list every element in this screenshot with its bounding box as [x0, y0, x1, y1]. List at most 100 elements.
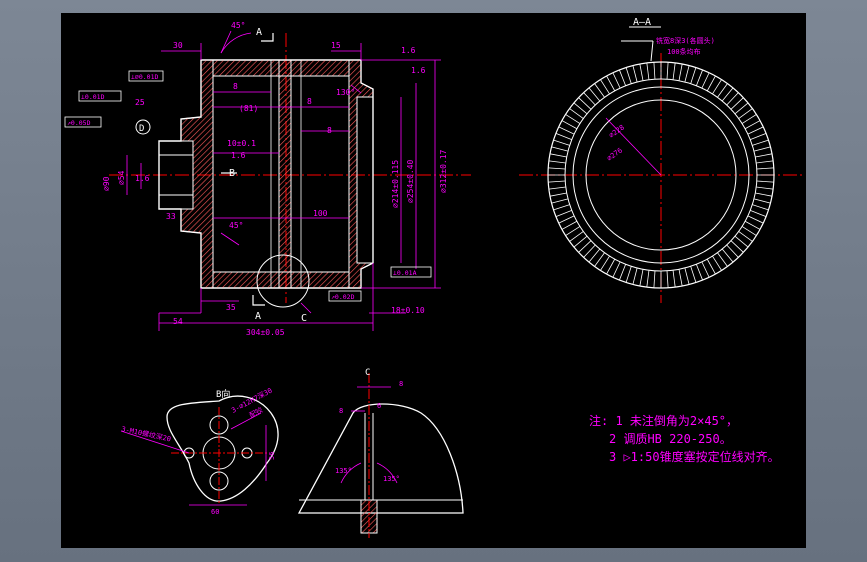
slot-line: [717, 83, 728, 98]
slot-line: [666, 270, 669, 288]
slot-line: [706, 258, 716, 275]
slot-line: [750, 209, 767, 217]
slot-line: [747, 126, 764, 135]
detail-c-ang1: 135°: [335, 467, 352, 475]
leader-note-2: [650, 40, 654, 62]
dim-30: 30: [173, 41, 183, 50]
slot-line: [646, 62, 650, 80]
cad-drawing: 30 15 45° 8 (81) 8 10±0.1 130° 8 100 25 …: [64, 17, 803, 538]
slot-line: [600, 255, 610, 271]
slot-line: [678, 269, 683, 287]
dim-100: 100: [313, 209, 328, 218]
slot-line: [678, 63, 683, 81]
slot-line: [701, 72, 710, 89]
slot-line: [734, 102, 749, 115]
slot-line: [569, 108, 584, 119]
slot-line: [726, 92, 739, 106]
slot-line: [555, 209, 572, 217]
ra-4: 1.6: [135, 174, 150, 183]
note-line-3: 3 ▷1:50锥度塞按定位线对齐。: [609, 449, 780, 464]
detail-c-title: C: [365, 368, 370, 378]
slot-line: [561, 220, 578, 230]
slot-line: [632, 267, 638, 285]
detail-c-view: C 8 8 6 135° 135°: [297, 368, 464, 538]
slot-line: [712, 255, 722, 271]
detail-c-8b: 8: [339, 407, 343, 415]
slot-line: [747, 215, 764, 224]
slot-line: [744, 120, 761, 130]
dim-dia214: ⌀214±0.115: [391, 160, 400, 208]
slot-line: [706, 75, 716, 92]
slot-line: [548, 186, 566, 190]
slot-line: [600, 79, 610, 95]
slot-line: [753, 146, 771, 152]
view-b-note-left: 3-M10螺纹深20: [121, 424, 172, 443]
slot-line: [558, 126, 575, 135]
section-mark-top: A: [256, 27, 262, 38]
slot-line: [653, 270, 656, 288]
notes-block: 注: 1 未注倒角为2×45°， 2 调质HB 220-250。 3 ▷1:50…: [589, 413, 780, 464]
slot-line: [755, 192, 773, 197]
aa-dia-a: ⌀228: [608, 123, 626, 139]
slot-line: [684, 65, 690, 83]
slot-line: [738, 231, 753, 242]
tol-box-1: ⊥⌀0.01D: [131, 73, 158, 81]
drawing-viewport: 30 15 45° 8 (81) 8 10±0.1 130° 8 100 25 …: [0, 0, 867, 562]
slot-line: [734, 235, 749, 248]
drawing-sheet: 30 15 45° 8 (81) 8 10±0.1 130° 8 100 25 …: [61, 13, 806, 548]
detail-mark-c: C: [301, 313, 307, 324]
slot-line: [548, 180, 566, 183]
slot-line: [555, 133, 572, 141]
aa-title: A—A: [633, 17, 651, 28]
slot-line: [594, 83, 605, 98]
slot-line: [690, 67, 697, 84]
slot-line: [565, 226, 581, 236]
detail-c-8a: 8: [399, 380, 403, 388]
dim-dia254: ⌀254±0.40: [406, 159, 415, 203]
slot-line: [583, 92, 596, 106]
aa-note-1: 铣宽8深3(各圆头): [656, 36, 715, 45]
slot-line: [701, 261, 710, 278]
slot-line: [752, 204, 769, 211]
dim-81: (81): [239, 104, 258, 113]
dim-angle-bot: 45°: [229, 221, 243, 230]
dim-8c: 8: [327, 126, 332, 135]
section-aa-view: A—A 铣宽8深3(各圆头) 100条均布 ⌀228 ⌀276: [519, 17, 803, 303]
section-mark-bottom: A: [255, 311, 261, 322]
slot-line: [726, 244, 739, 258]
dim-dia312: ⌀312±0.17: [439, 149, 448, 193]
view-b-title: B向: [216, 388, 230, 400]
view-mark-b: B: [229, 168, 235, 179]
slot-line: [672, 62, 676, 80]
slot-line: [588, 87, 601, 102]
slot-line: [695, 69, 703, 86]
slot-line: [549, 192, 567, 197]
slot-line: [741, 114, 757, 124]
dim-15: 15: [331, 41, 341, 50]
slot-line: [578, 240, 592, 253]
slot-line: [565, 114, 581, 124]
slot-line: [752, 139, 769, 146]
dim-25: 25: [135, 98, 145, 107]
tol-box-5: ⊥0.01D: [81, 93, 105, 101]
slot-line: [625, 67, 632, 84]
dim-35: 35: [226, 303, 236, 312]
view-b-note-right2: 配铰: [248, 405, 265, 420]
mid-web-hatch: [278, 59, 292, 289]
slot-line: [653, 62, 656, 80]
detail-c-6: 6: [377, 402, 381, 410]
slot-line: [721, 87, 734, 102]
slot-line: [549, 153, 567, 158]
slot-line: [583, 244, 596, 258]
slot-line: [684, 267, 690, 285]
dim-10: 10±0.1: [227, 139, 256, 148]
slot-line: [625, 266, 632, 283]
note-line-2: 2 调质HB 220-250。: [609, 432, 732, 446]
dim-33: 33: [166, 212, 176, 221]
wall-left-hatch: [180, 59, 214, 289]
slot-line: [612, 261, 621, 278]
slot-line: [588, 248, 601, 263]
slot-line: [712, 79, 722, 95]
detail-c-outline: [297, 403, 464, 514]
dim-130: 130°: [336, 88, 355, 97]
